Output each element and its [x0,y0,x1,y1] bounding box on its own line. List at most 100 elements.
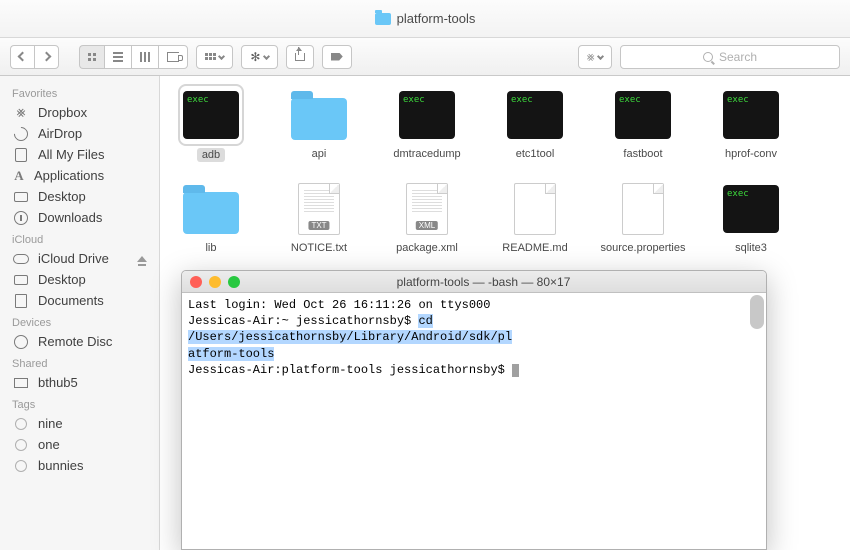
sidebar-header-favorites: Favorites [0,82,159,102]
file-icon [290,88,348,142]
file-icon: TXT [290,182,348,236]
sidebar-tag-nine[interactable]: nine [0,413,159,434]
zoom-button[interactable] [228,276,240,288]
tag-icon [331,53,343,61]
tags-button[interactable] [322,45,352,69]
files-icon [12,148,30,162]
file-icon: exec [614,88,672,142]
file-label: NOTICE.txt [291,242,347,254]
terminal-body[interactable]: Last login: Wed Oct 26 16:11:26 on ttys0… [182,293,766,549]
file-label: dmtracedump [393,148,460,160]
file-item[interactable]: exec etc1tool [504,88,566,162]
sidebar-item-dropbox[interactable]: ⨳Dropbox [0,102,159,123]
chevron-down-icon [597,53,604,60]
cover-view-button[interactable] [158,45,188,69]
sidebar-item-applications[interactable]: Applications [0,165,159,186]
sidebar-item-documents[interactable]: Documents [0,290,159,311]
sidebar-header-devices: Devices [0,311,159,331]
search-input[interactable]: Search [620,45,840,69]
tag-icon [12,459,30,473]
dropbox-icon: ⨳ [587,49,595,65]
file-item[interactable]: api [288,88,350,162]
sidebar-item-airdrop[interactable]: AirDrop [0,123,159,144]
airdrop-icon [12,127,30,141]
sidebar-item-bthub5[interactable]: bthub5 [0,372,159,393]
toolbar: ✻ ⨳ Search [0,38,850,76]
nav-group [10,45,59,69]
sidebar-item-icloud-desktop[interactable]: Desktop [0,269,159,290]
sidebar-item-allfiles[interactable]: All My Files [0,144,159,165]
sidebar-tag-one[interactable]: one [0,434,159,455]
file-label: fastboot [623,148,662,160]
sidebar-item-desktop[interactable]: Desktop [0,186,159,207]
group-by-button[interactable] [196,45,233,69]
list-view-button[interactable] [104,45,131,69]
file-icon: exec [722,88,780,142]
file-icon [506,182,564,236]
close-button[interactable] [190,276,202,288]
chevron-down-icon [218,53,225,60]
file-icon: exec [398,88,456,142]
forward-button[interactable] [34,45,59,69]
folder-icon [375,13,391,25]
file-item[interactable]: exec hprof-conv [720,88,782,162]
scrollbar-thumb[interactable] [750,295,764,329]
file-item[interactable]: lib [180,182,242,254]
terminal-line: Jessicas-Air:platform-tools jessicathorn… [188,362,760,378]
file-item[interactable]: exec fastboot [612,88,674,162]
sidebar-item-iclouddrive[interactable]: iCloud Drive [0,248,159,269]
icon-view-button[interactable] [79,45,104,69]
share-button[interactable] [286,45,314,69]
group-icon [205,53,216,60]
downloads-icon [12,211,30,225]
tag-icon [12,438,30,452]
terminal-title: platform-tools — -bash — 80×17 [397,275,571,289]
file-icon [182,182,240,236]
sidebar: Favorites ⨳Dropbox AirDrop All My Files … [0,76,160,550]
minimize-button[interactable] [209,276,221,288]
terminal-line: Jessicas-Air:~ jessicathornsby$ cd /User… [188,313,760,345]
dropbox-button[interactable]: ⨳ [578,45,612,69]
desktop-icon [12,273,30,287]
terminal-line: atform-tools [188,346,760,362]
sidebar-tag-bunnies[interactable]: bunnies [0,455,159,476]
file-item[interactable]: exec dmtracedump [396,88,458,162]
grid-icon [88,53,96,61]
search-placeholder: Search [719,50,757,64]
action-button[interactable]: ✻ [241,45,277,69]
file-label: api [312,148,327,160]
traffic-lights [190,276,240,288]
chevron-right-icon [42,52,52,62]
sidebar-item-downloads[interactable]: Downloads [0,207,159,228]
file-item[interactable]: TXT NOTICE.txt [288,182,350,254]
file-icon: exec [182,88,240,142]
file-item[interactable]: source.properties [612,182,674,254]
cursor-icon [512,364,519,377]
file-item[interactable]: exec adb [180,88,242,162]
cloud-icon [12,252,30,266]
disc-icon [12,335,30,349]
file-item[interactable]: exec sqlite3 [720,182,782,254]
document-icon [12,294,30,308]
column-view-button[interactable] [131,45,158,69]
chevron-left-icon [18,52,28,62]
file-item[interactable]: XML package.xml [396,182,458,254]
file-label: etc1tool [516,148,555,160]
applications-icon [12,169,26,183]
file-icon: exec [506,88,564,142]
file-label: package.xml [396,242,458,254]
terminal-window[interactable]: platform-tools — -bash — 80×17 Last logi… [181,270,767,550]
window-titlebar: platform-tools [0,0,850,38]
back-button[interactable] [10,45,34,69]
desktop-icon [12,190,30,204]
tag-icon [12,417,30,431]
terminal-titlebar[interactable]: platform-tools — -bash — 80×17 [182,271,766,293]
column-icon [140,52,150,62]
terminal-line: Last login: Wed Oct 26 16:11:26 on ttys0… [188,297,760,313]
dropbox-icon: ⨳ [12,106,30,120]
view-group [79,45,188,69]
eject-icon[interactable] [137,256,147,262]
file-item[interactable]: README.md [504,182,566,254]
sidebar-item-remotedisc[interactable]: Remote Disc [0,331,159,352]
list-icon [113,52,123,62]
